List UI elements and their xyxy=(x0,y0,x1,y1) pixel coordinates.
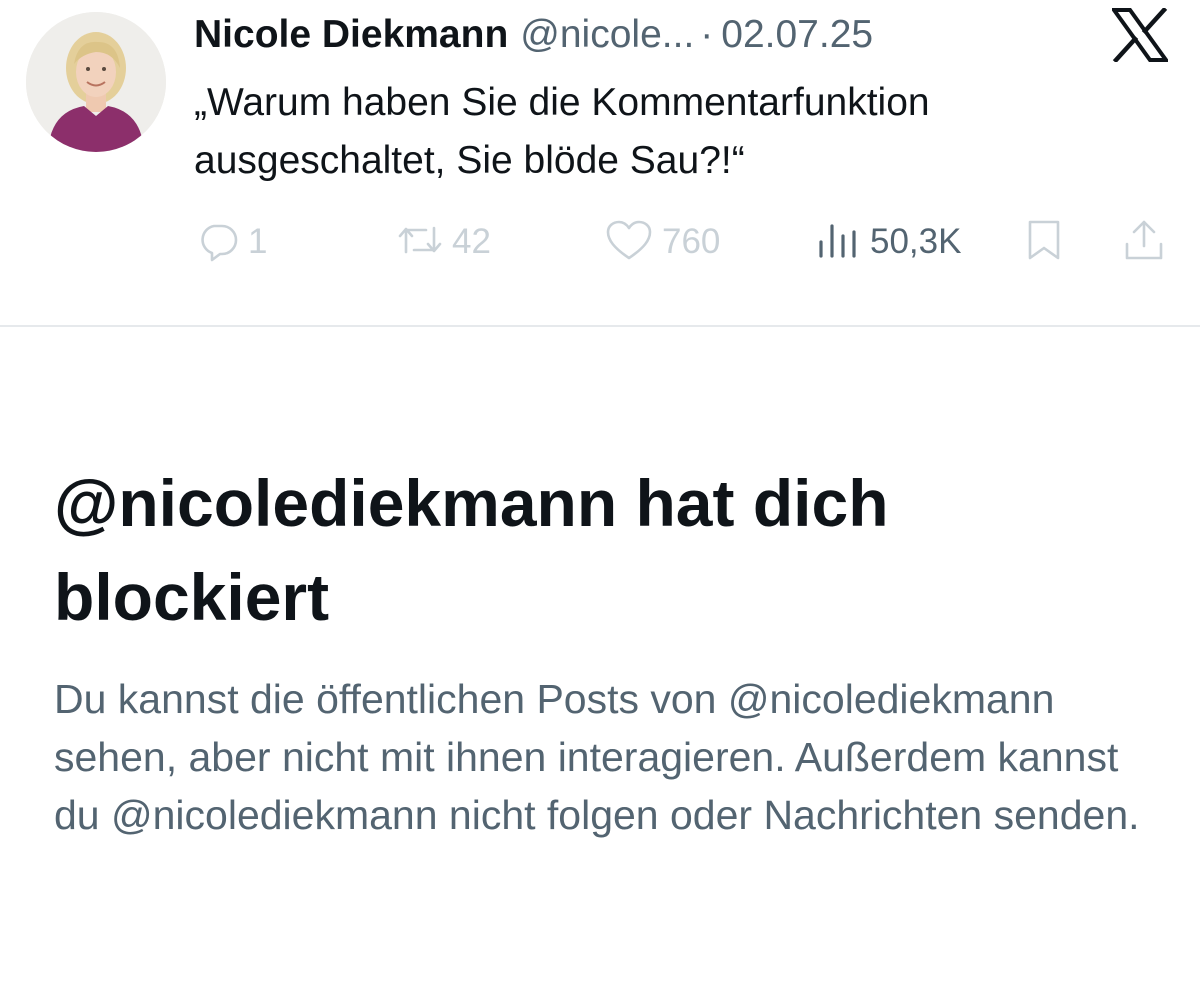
repost-button[interactable]: 42 xyxy=(396,210,491,274)
author-handle[interactable]: @nicole... xyxy=(520,13,694,57)
blocked-body: Du kannst die öffentlichen Posts von @ni… xyxy=(54,676,1140,838)
tweet-header: Nicole Diekmann @nicole... · 02.07.25 xyxy=(194,12,873,58)
avatar[interactable] xyxy=(26,12,166,152)
views-icon xyxy=(814,218,862,267)
views-button[interactable]: 50,3K xyxy=(814,210,961,274)
heart-icon xyxy=(604,218,654,267)
like-count: 760 xyxy=(662,222,721,261)
reply-button[interactable]: 1 xyxy=(196,210,267,274)
share-button[interactable] xyxy=(1122,210,1166,274)
x-logo-icon[interactable] xyxy=(1110,6,1170,64)
bookmark-icon xyxy=(1022,218,1066,267)
author-name[interactable]: Nicole Diekmann xyxy=(194,13,508,57)
like-button[interactable]: 760 xyxy=(604,210,720,274)
tweet-actions: 1 42 760 50,3K xyxy=(0,210,1200,274)
repost-icon xyxy=(396,218,444,267)
tweet-card[interactable]: Nicole Diekmann @nicole... · 02.07.25 „W… xyxy=(0,0,1200,326)
tweet-text: „Warum haben Sie die Kommentarfunktion a… xyxy=(194,81,930,182)
blocked-title: @nicolediekmann hat dich blockiert xyxy=(54,466,889,634)
reply-icon xyxy=(196,218,240,267)
repost-count: 42 xyxy=(452,222,491,261)
divider xyxy=(0,325,1200,327)
separator-dot: · xyxy=(700,13,714,56)
tweet-date[interactable]: 02.07.25 xyxy=(721,13,873,57)
reply-count: 1 xyxy=(248,222,268,261)
share-icon xyxy=(1122,218,1166,267)
bookmark-button[interactable] xyxy=(1022,210,1066,274)
views-count: 50,3K xyxy=(870,222,962,261)
